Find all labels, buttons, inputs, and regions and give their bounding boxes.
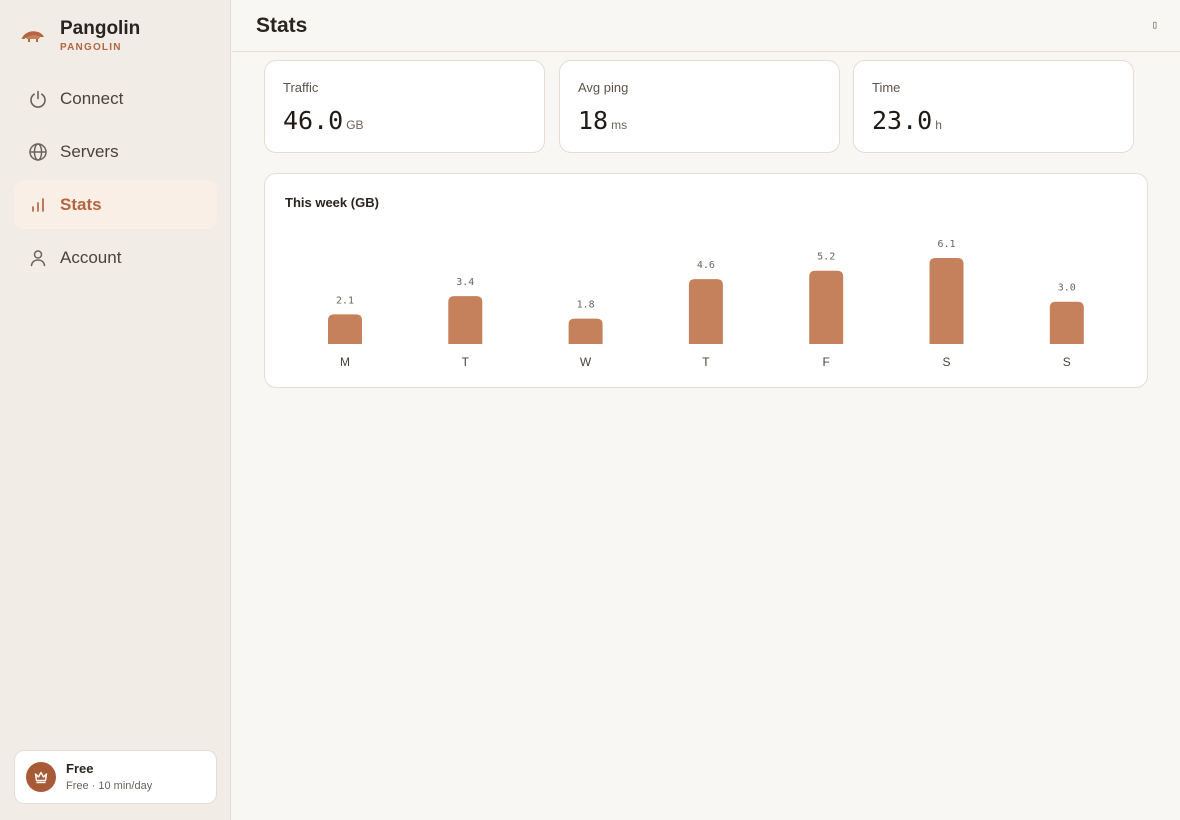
- stat-unit: h: [935, 118, 942, 132]
- plan-card[interactable]: Free Free · 10 min/day: [14, 750, 217, 804]
- chart-value-label: 4.6: [697, 260, 715, 271]
- stat-value: 18 ms: [578, 106, 627, 135]
- brand-name: Pangolin: [60, 18, 141, 39]
- chart-category-label: F: [823, 355, 830, 369]
- plan-badge: [26, 762, 56, 792]
- chart-value-label: 5.2: [817, 252, 835, 263]
- chart-category-label: T: [702, 355, 710, 369]
- sidebar-item-servers[interactable]: Servers: [14, 127, 217, 176]
- chart-bar: [328, 314, 362, 344]
- chart-bar: [929, 258, 964, 344]
- chart-category-label: T: [462, 355, 470, 369]
- weekly-bar-chart: 2.1 M 3.4 T 1.8 W 4.6 T 5.2 F 6.1 S 3.0 S: [328, 239, 1084, 369]
- sidebar-item-account[interactable]: Account: [14, 233, 217, 282]
- stat-value: 46.0 GB: [283, 106, 364, 135]
- sidebar-item-label: Account: [60, 247, 122, 267]
- stat-card-traffic: Traffic 46.0 GB: [264, 60, 545, 153]
- stat-label: Time: [872, 80, 901, 95]
- page-title: Stats: [256, 14, 308, 37]
- chart-value-label: 6.1: [937, 239, 955, 250]
- chart-bar: [448, 296, 483, 344]
- chart-bar: [688, 279, 723, 344]
- power-icon: [30, 90, 46, 108]
- chart-value-label: 3.4: [456, 277, 474, 288]
- chart-bar: [1049, 301, 1084, 344]
- sidebar-item-connect[interactable]: Connect: [14, 74, 217, 123]
- chart-value-label: 2.1: [336, 295, 354, 306]
- topbar: Stats ▯: [232, 0, 1180, 52]
- sidebar-item-label: Stats: [60, 194, 102, 214]
- stat-card-ping: Avg ping 18 ms: [559, 60, 840, 153]
- stat-number: 18: [578, 106, 609, 135]
- chart-category-label: W: [580, 355, 592, 369]
- sidebar-item-stats[interactable]: Stats: [14, 180, 217, 229]
- brand-subtitle: PANGOLIN: [60, 42, 122, 53]
- window-icon[interactable]: ▯: [1151, 18, 1158, 31]
- stat-value: 23.0 h: [872, 106, 942, 135]
- bar-chart-icon: [32, 197, 44, 212]
- sidebar-item-label: Servers: [60, 141, 119, 161]
- weekly-chart-card: This week (GB) 2.1 M 3.4 T 1.8 W 4.6 T 5.2 F 6.1 S 3…: [264, 173, 1148, 388]
- stat-unit: GB: [346, 118, 364, 132]
- stat-number: 46.0: [283, 106, 344, 135]
- chart-value-label: 3.0: [1058, 283, 1076, 294]
- chart-category-label: M: [340, 355, 350, 369]
- stat-label: Avg ping: [578, 80, 629, 95]
- chart-value-label: 1.8: [577, 300, 595, 311]
- stat-card-time: Time 23.0 h: [853, 60, 1134, 153]
- sidebar-nav: Connect Servers Stats Account: [14, 74, 217, 286]
- stat-unit: ms: [611, 118, 628, 132]
- pangolin-logo-icon: [21, 31, 44, 42]
- chart-category-label: S: [1063, 355, 1071, 369]
- chart-category-label: S: [942, 355, 950, 369]
- plan-title: Free: [66, 761, 94, 776]
- globe-icon: [29, 142, 47, 161]
- stat-number: 23.0: [872, 106, 933, 135]
- sidebar-item-label: Connect: [60, 88, 124, 108]
- plan-subtitle: Free · 10 min/day: [66, 780, 153, 792]
- user-icon: [30, 249, 46, 266]
- chart-bar: [568, 318, 603, 344]
- sidebar: Pangolin PANGOLIN Connect Servers Stats …: [0, 0, 231, 820]
- brand[interactable]: Pangolin PANGOLIN: [20, 18, 140, 54]
- stat-label: Traffic: [283, 80, 319, 95]
- chart-bar: [809, 270, 844, 344]
- crown-icon: [34, 771, 48, 784]
